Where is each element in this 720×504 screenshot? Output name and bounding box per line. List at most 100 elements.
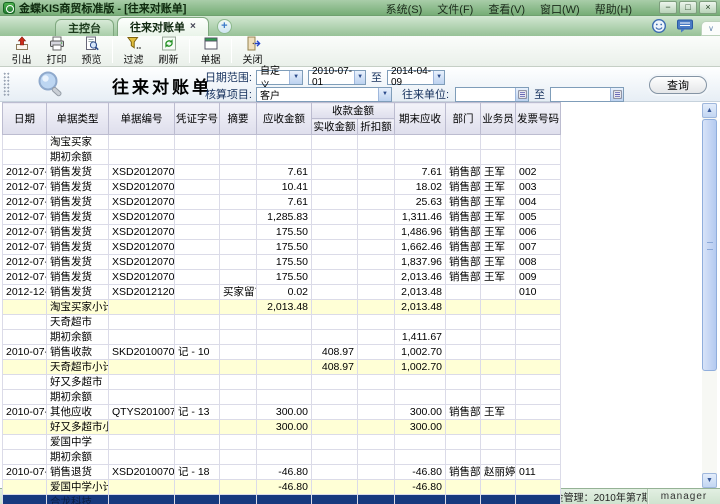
cell-receivable[interactable]: 175.50 (256, 224, 312, 240)
cell-department[interactable] (445, 374, 481, 390)
cell-received[interactable] (311, 404, 358, 420)
cell-summary[interactable] (219, 434, 257, 450)
cell-invoice_no[interactable] (515, 344, 561, 360)
cell-department[interactable]: 销售部 (445, 209, 481, 225)
cell-doc_type[interactable]: 淘宝买家 (46, 134, 109, 150)
cell-date[interactable]: 2012-07-05 (2, 209, 47, 225)
cell-salesman[interactable] (480, 149, 516, 165)
cell-voucher[interactable] (174, 314, 220, 330)
cell-department[interactable] (445, 479, 481, 495)
cell-invoice_no[interactable] (515, 404, 561, 420)
cell-summary[interactable] (219, 224, 257, 240)
cell-date[interactable]: 2010-07-09 (2, 344, 47, 360)
cell-doc_type[interactable]: 销售退货 (46, 464, 109, 480)
tab-overflow-chevron-icon[interactable]: ∨ (701, 21, 720, 36)
table-row[interactable]: 期初余额 (2, 449, 561, 465)
close-tab-icon[interactable]: × (190, 22, 196, 32)
cell-salesman[interactable] (480, 389, 516, 405)
cell-department[interactable]: 销售部 (445, 194, 481, 210)
browse-icon[interactable] (515, 87, 529, 101)
col-header-received[interactable]: 实收金额 (311, 118, 358, 135)
table-row[interactable]: 淘宝买家小计 2,013.48 2,013.48 (2, 299, 561, 315)
cell-salesman[interactable] (480, 314, 516, 330)
cell-ending[interactable] (394, 134, 446, 150)
scrollbar-thumb[interactable] (702, 119, 717, 371)
cell-invoice_no[interactable]: 010 (515, 284, 561, 300)
cell-salesman[interactable]: 王军 (480, 224, 516, 240)
cell-received[interactable] (311, 419, 358, 435)
cell-department[interactable]: 销售部 (445, 254, 481, 270)
cell-received[interactable] (311, 149, 358, 165)
cell-doc_no[interactable]: XSD20121200001 (108, 284, 175, 300)
cell-received[interactable] (311, 314, 358, 330)
col-header-summary[interactable]: 摘要 (219, 102, 257, 135)
cell-voucher[interactable] (174, 299, 220, 315)
cell-doc_type[interactable]: 销售发货 (46, 254, 109, 270)
cell-discount[interactable] (357, 389, 395, 405)
cell-voucher[interactable] (174, 224, 220, 240)
cell-ending[interactable]: 2,013.48 (394, 284, 446, 300)
cell-salesman[interactable]: 王军 (480, 239, 516, 255)
cell-department[interactable] (445, 359, 481, 375)
cell-summary[interactable] (219, 479, 257, 495)
cell-ending[interactable]: 25.63 (394, 194, 446, 210)
cell-department[interactable]: 销售部 (445, 164, 481, 180)
cell-receivable[interactable]: -46.80 (256, 479, 312, 495)
cell-voucher[interactable] (174, 479, 220, 495)
table-row[interactable]: 2012-07-05销售发货XSD20120700003 7.61 25.63销售部… (2, 194, 561, 210)
cell-salesman[interactable] (480, 134, 516, 150)
vertical-scrollbar[interactable]: ▲ ▼ (702, 103, 717, 488)
cell-ending[interactable]: 1,411.67 (394, 329, 446, 345)
cell-doc_type[interactable]: 期初余额 (46, 449, 109, 465)
cell-doc_type[interactable]: 天奇超市 (46, 314, 109, 330)
chevron-down-icon[interactable]: ▼ (433, 70, 444, 84)
table-row[interactable]: 2012-07-05销售发货XSD20120700004 1,285.83 1,31… (2, 209, 561, 225)
cell-doc_type[interactable]: 好又多超市小计 (46, 419, 109, 435)
cell-ending[interactable]: 1,837.96 (394, 254, 446, 270)
cell-ending[interactable] (394, 449, 446, 465)
cell-ending[interactable]: -46.80 (394, 464, 446, 480)
cell-salesman[interactable] (480, 284, 516, 300)
cell-summary[interactable] (219, 419, 257, 435)
cell-received[interactable] (311, 164, 358, 180)
col-header-salesman[interactable]: 业务员 (480, 102, 516, 135)
cell-summary[interactable] (219, 314, 257, 330)
cell-doc_type[interactable]: 销售发货 (46, 224, 109, 240)
cell-doc_type[interactable]: 期初余额 (46, 329, 109, 345)
col-header-ending[interactable]: 期末应收 (394, 102, 446, 135)
cell-ending[interactable]: 7.61 (394, 164, 446, 180)
cell-summary[interactable] (219, 134, 257, 150)
cell-doc_no[interactable] (108, 314, 175, 330)
cell-received[interactable] (311, 329, 358, 345)
table-row[interactable]: 天奇超市小计 408.97 1,002.70 (2, 359, 561, 375)
cell-invoice_no[interactable] (515, 449, 561, 465)
cell-date[interactable] (2, 149, 47, 165)
cell-ending[interactable]: 1,002.70 (394, 359, 446, 375)
cell-department[interactable] (445, 434, 481, 450)
table-row[interactable]: 2010-07-08销售退货XSD20100700014记 - 18 -46.80… (2, 464, 561, 480)
cell-doc_type[interactable]: 淘宝买家小计 (46, 299, 109, 315)
cell-received[interactable] (311, 224, 358, 240)
cell-ending[interactable]: 1,002.70 (394, 344, 446, 360)
cell-summary[interactable] (219, 254, 257, 270)
cell-department[interactable]: 销售部 (445, 464, 481, 480)
cell-voucher[interactable] (174, 134, 220, 150)
cell-salesman[interactable]: 王军 (480, 194, 516, 210)
cell-voucher[interactable] (174, 329, 220, 345)
cell-received[interactable] (311, 239, 358, 255)
cell-date[interactable] (2, 449, 47, 465)
chevron-down-icon[interactable]: ▼ (354, 70, 365, 84)
cell-receivable[interactable]: 2,013.48 (256, 299, 312, 315)
cell-receivable[interactable]: 300.00 (256, 404, 312, 420)
cell-doc_no[interactable]: XSD20120700001 (108, 164, 175, 180)
cell-receivable[interactable]: 300.00 (256, 419, 312, 435)
cell-ending[interactable] (394, 149, 446, 165)
col-header-date[interactable]: 日期 (2, 102, 47, 135)
cell-summary[interactable] (219, 179, 257, 195)
cell-date[interactable] (2, 419, 47, 435)
cell-department[interactable] (445, 134, 481, 150)
cell-receivable[interactable] (256, 389, 312, 405)
cell-doc_no[interactable]: XSD20120700003 (108, 194, 175, 210)
cell-doc_no[interactable]: SKD20100700006 (108, 344, 175, 360)
cell-doc_type[interactable]: 销售发货 (46, 209, 109, 225)
